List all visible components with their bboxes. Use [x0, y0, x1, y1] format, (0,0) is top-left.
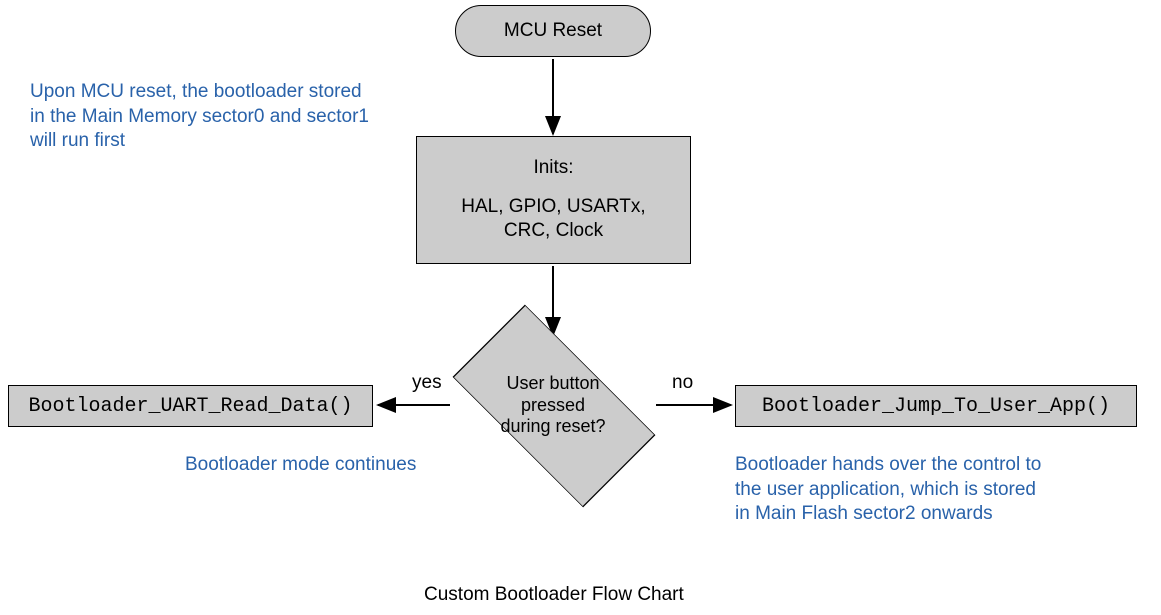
annotation-top-left: Upon MCU reset, the bootloader stored in… [30, 80, 369, 154]
annotation-bottom-right: Bootloader hands over the control to the… [735, 453, 1041, 527]
node-start: MCU Reset [455, 5, 651, 57]
node-left-proc: Bootloader_UART_Read_Data() [8, 385, 373, 427]
node-inits-body: HAL, GPIO, USARTx, CRC, Clock [461, 195, 645, 244]
node-decision-label: User button pressed during reset? [453, 373, 653, 438]
annotation-bottom-left: Bootloader mode continues [185, 453, 416, 478]
diagram-caption: Custom Bootloader Flow Chart [424, 584, 684, 606]
node-decision: User button pressed during reset? [453, 335, 653, 475]
node-right-proc-label: Bootloader_Jump_To_User_App() [762, 395, 1110, 418]
node-right-proc: Bootloader_Jump_To_User_App() [735, 385, 1137, 427]
edge-label-no: no [672, 372, 693, 394]
node-inits: Inits: HAL, GPIO, USARTx, CRC, Clock [416, 136, 691, 264]
node-left-proc-label: Bootloader_UART_Read_Data() [28, 395, 352, 418]
edge-label-yes: yes [412, 372, 442, 394]
node-inits-title: Inits: [533, 156, 573, 181]
node-start-label: MCU Reset [504, 20, 602, 42]
